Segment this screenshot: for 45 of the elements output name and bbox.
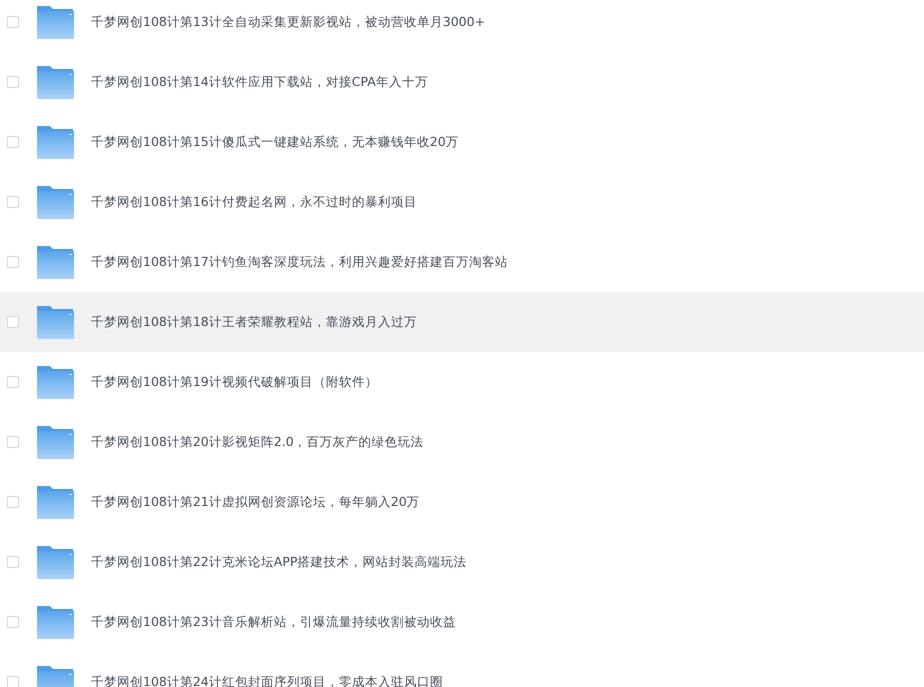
file-row[interactable]: 千梦网创108计第15计傻瓜式一键建站系统，无本赚钱年收20万 <box>0 112 924 172</box>
checkbox[interactable] <box>7 136 19 148</box>
file-row[interactable]: 千梦网创108计第23计音乐解析站，引爆流量持续收割被动收益 <box>0 592 924 652</box>
file-name[interactable]: 千梦网创108计第22计克米论坛APP搭建技术，网站封装高端玩法 <box>91 554 466 570</box>
folder-icon <box>37 245 74 279</box>
checkbox[interactable] <box>7 436 19 448</box>
file-name[interactable]: 千梦网创108计第21计虚拟网创资源论坛，每年躺入20万 <box>91 494 420 510</box>
file-name[interactable]: 千梦网创108计第18计王者荣耀教程站，靠游戏月入过万 <box>91 314 417 330</box>
checkbox[interactable] <box>7 196 19 208</box>
folder-icon <box>37 365 74 399</box>
file-name[interactable]: 千梦网创108计第20计影视矩阵2.0，百万灰产的绿色玩法 <box>91 434 424 450</box>
file-row[interactable]: 千梦网创108计第18计王者荣耀教程站，靠游戏月入过万 <box>0 292 924 352</box>
folder-icon <box>37 545 74 579</box>
file-row[interactable]: 千梦网创108计第19计视频代破解项目（附软件） <box>0 352 924 412</box>
file-name[interactable]: 千梦网创108计第14计软件应用下载站，对接CPA年入十万 <box>91 74 428 90</box>
file-name[interactable]: 千梦网创108计第19计视频代破解项目（附软件） <box>91 374 378 390</box>
file-row[interactable]: 千梦网创108计第13计全自动采集更新影视站，被动营收单月3000+ <box>0 0 924 52</box>
checkbox[interactable] <box>7 376 19 388</box>
file-row[interactable]: 千梦网创108计第16计付费起名网，永不过时的暴利项目 <box>0 172 924 232</box>
checkbox[interactable] <box>7 496 19 508</box>
folder-icon <box>37 425 74 459</box>
folder-icon <box>37 485 74 519</box>
folder-icon <box>37 605 74 639</box>
file-row[interactable]: 千梦网创108计第14计软件应用下载站，对接CPA年入十万 <box>0 52 924 112</box>
folder-icon <box>37 65 74 99</box>
checkbox[interactable] <box>7 256 19 268</box>
file-row[interactable]: 千梦网创108计第22计克米论坛APP搭建技术，网站封装高端玩法 <box>0 532 924 592</box>
file-row[interactable]: 千梦网创108计第21计虚拟网创资源论坛，每年躺入20万 <box>0 472 924 532</box>
checkbox[interactable] <box>7 676 19 687</box>
folder-icon <box>37 5 74 39</box>
file-row[interactable]: 千梦网创108计第20计影视矩阵2.0，百万灰产的绿色玩法 <box>0 412 924 472</box>
file-row[interactable]: 千梦网创108计第17计钓鱼淘客深度玩法，利用兴趣爱好搭建百万淘客站 <box>0 232 924 292</box>
file-name[interactable]: 千梦网创108计第15计傻瓜式一键建站系统，无本赚钱年收20万 <box>91 134 459 150</box>
checkbox[interactable] <box>7 316 19 328</box>
folder-icon <box>37 185 74 219</box>
checkbox[interactable] <box>7 76 19 88</box>
file-name[interactable]: 千梦网创108计第16计付费起名网，永不过时的暴利项目 <box>91 194 417 210</box>
folder-icon <box>37 305 74 339</box>
checkbox[interactable] <box>7 16 19 28</box>
file-name[interactable]: 千梦网创108计第17计钓鱼淘客深度玩法，利用兴趣爱好搭建百万淘客站 <box>91 254 508 270</box>
file-name[interactable]: 千梦网创108计第23计音乐解析站，引爆流量持续收割被动收益 <box>91 614 456 630</box>
checkbox[interactable] <box>7 616 19 628</box>
checkbox[interactable] <box>7 556 19 568</box>
file-name[interactable]: 千梦网创108计第13计全自动采集更新影视站，被动营收单月3000+ <box>91 14 486 30</box>
folder-icon <box>37 125 74 159</box>
